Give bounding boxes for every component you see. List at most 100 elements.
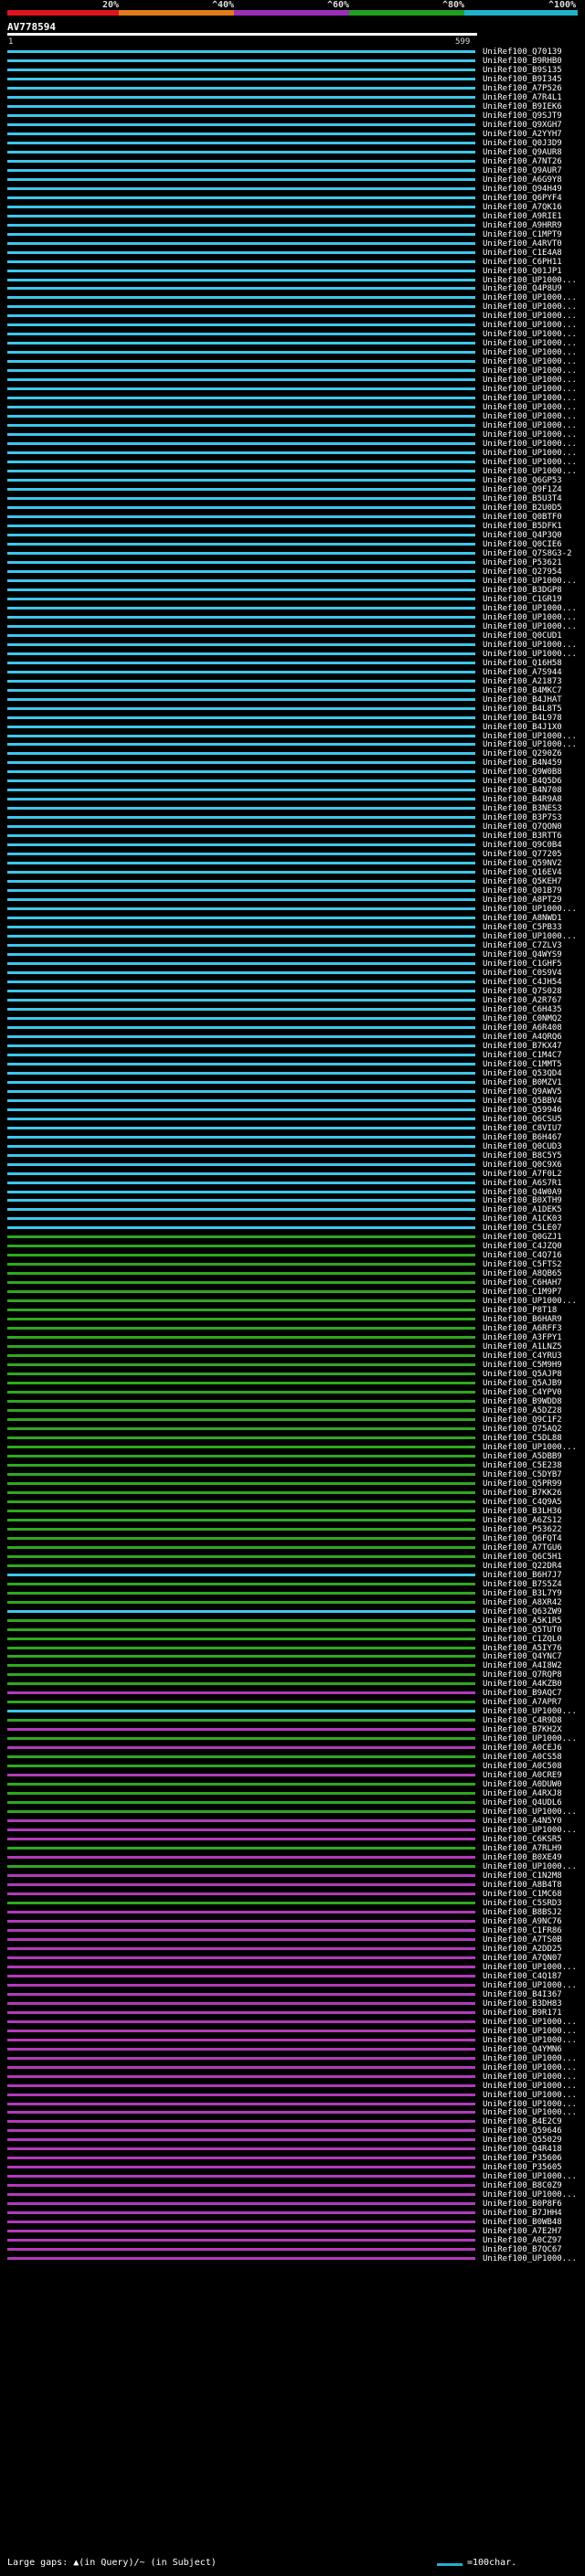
hit-link[interactable]: UniRef100_UP1000...	[483, 622, 577, 631]
hit-line[interactable]	[7, 58, 475, 62]
hit-line[interactable]	[7, 1701, 475, 1704]
hit-link[interactable]: UniRef100_A0CEJ6	[483, 1744, 562, 1753]
hit-link[interactable]: UniRef100_C6HAH7	[483, 1278, 562, 1288]
hit-link[interactable]: UniRef100_UP1000...	[483, 403, 577, 412]
hit-link[interactable]: UniRef100_UP1000...	[483, 302, 577, 312]
hit-link[interactable]: UniRef100_B7KK26	[483, 1489, 562, 1498]
hit-line[interactable]	[7, 1345, 475, 1349]
hit-line[interactable]	[7, 1299, 475, 1303]
hit-link[interactable]: UniRef100_B8BSJ2	[483, 1908, 562, 1917]
hit-line[interactable]	[7, 1919, 475, 1923]
hit-line[interactable]	[7, 1691, 475, 1695]
hit-line[interactable]	[7, 752, 475, 756]
hit-line[interactable]	[7, 1171, 475, 1175]
hit-link[interactable]: UniRef100_Q5AJP8	[483, 1370, 562, 1379]
hit-link[interactable]: UniRef100_Q0GZJ1	[483, 1233, 562, 1242]
hit-line[interactable]	[7, 1217, 475, 1221]
hit-link[interactable]: UniRef100_C1N2M8	[483, 1871, 562, 1881]
hit-link[interactable]: UniRef100_Q5KEH7	[483, 877, 562, 886]
hit-link[interactable]: UniRef100_B0P8F6	[483, 2200, 562, 2209]
hit-line[interactable]	[7, 1937, 475, 1941]
hit-line[interactable]	[7, 186, 475, 190]
hit-link[interactable]: UniRef100_A7NT26	[483, 157, 562, 166]
hit-line[interactable]	[7, 1245, 475, 1248]
hit-line[interactable]	[7, 825, 475, 829]
hit-link[interactable]: UniRef100_A9RIE1	[483, 212, 562, 221]
hit-line[interactable]	[7, 661, 475, 664]
hit-line[interactable]	[7, 1901, 475, 1904]
hit-line[interactable]	[7, 716, 475, 719]
hit-line[interactable]	[7, 533, 475, 536]
hit-link[interactable]: UniRef100_A7TS0B	[483, 1935, 562, 1945]
hit-link[interactable]: UniRef100_UP1000...	[483, 276, 577, 285]
hit-line[interactable]	[7, 351, 475, 355]
hit-line[interactable]	[7, 761, 475, 765]
hit-link[interactable]: UniRef100_UP1000...	[483, 2036, 577, 2045]
hit-line[interactable]	[7, 323, 475, 327]
hit-line[interactable]	[7, 2065, 475, 2069]
hit-line[interactable]	[7, 953, 475, 957]
hit-line[interactable]	[7, 1673, 475, 1677]
hit-line[interactable]	[7, 624, 475, 628]
hit-link[interactable]: UniRef100_Q6CSU5	[483, 1115, 562, 1124]
hit-line[interactable]	[7, 2239, 475, 2242]
hit-link[interactable]: UniRef100_Q59NV2	[483, 859, 562, 868]
hit-line[interactable]	[7, 606, 475, 610]
hit-link[interactable]: UniRef100_Q4W0A9	[483, 1188, 562, 1197]
hit-line[interactable]	[7, 1956, 475, 1959]
hit-line[interactable]	[7, 970, 475, 974]
hit-link[interactable]: UniRef100_Q9AUR7	[483, 166, 562, 175]
hit-line[interactable]	[7, 1910, 475, 1913]
hit-line[interactable]	[7, 1108, 475, 1111]
hit-line[interactable]	[7, 2029, 475, 2032]
hit-line[interactable]	[7, 2211, 475, 2215]
hit-link[interactable]: UniRef100_B5U3T4	[483, 494, 562, 504]
hit-link[interactable]: UniRef100_A4RVT0	[483, 239, 562, 249]
hit-link[interactable]: UniRef100_Q6C5H1	[483, 1553, 562, 1562]
hit-line[interactable]	[7, 524, 475, 527]
hit-line[interactable]	[7, 132, 475, 135]
hit-line[interactable]	[7, 615, 475, 619]
hit-line[interactable]	[7, 1363, 475, 1367]
hit-line[interactable]	[7, 1309, 475, 1312]
hit-link[interactable]: UniRef100_Q0BTF0	[483, 513, 562, 522]
hit-link[interactable]: UniRef100_A7QN07	[483, 1954, 562, 1963]
hit-link[interactable]: UniRef100_B7JHH4	[483, 2209, 562, 2218]
hit-link[interactable]: UniRef100_B4E2C9	[483, 2117, 562, 2126]
hit-link[interactable]: UniRef100_UP1000...	[483, 1297, 577, 1306]
hit-line[interactable]	[7, 998, 475, 1002]
hit-link[interactable]: UniRef100_Q5AJB9	[483, 1379, 562, 1388]
hit-line[interactable]	[7, 150, 475, 154]
hit-link[interactable]: UniRef100_B7QC67	[483, 2245, 562, 2254]
hit-link[interactable]: UniRef100_P53622	[483, 1525, 562, 1534]
hit-link[interactable]: UniRef100_A4KZB0	[483, 1680, 562, 1689]
hit-line[interactable]	[7, 1765, 475, 1768]
hit-line[interactable]	[7, 314, 475, 318]
hit-line[interactable]	[7, 1882, 475, 1886]
hit-link[interactable]: UniRef100_Q5PR99	[483, 1479, 562, 1489]
hit-line[interactable]	[7, 442, 475, 446]
hit-line[interactable]	[7, 1965, 475, 1968]
hit-line[interactable]	[7, 862, 475, 865]
hit-link[interactable]: UniRef100_UP1000...	[483, 430, 577, 440]
hit-line[interactable]	[7, 1856, 475, 1860]
hit-link[interactable]: UniRef100_A8NWD1	[483, 914, 562, 923]
hit-line[interactable]	[7, 1865, 475, 1869]
hit-line[interactable]	[7, 1728, 475, 1732]
hit-link[interactable]: UniRef100_C6H435	[483, 1005, 562, 1014]
hit-line[interactable]	[7, 397, 475, 400]
hit-link[interactable]: UniRef100_B4J1X0	[483, 723, 562, 732]
hit-line[interactable]	[7, 269, 475, 272]
hit-link[interactable]: UniRef100_UP1000...	[483, 348, 577, 357]
hit-line[interactable]	[7, 980, 475, 983]
hit-line[interactable]	[7, 1135, 475, 1139]
hit-line[interactable]	[7, 1162, 475, 1166]
hit-link[interactable]: UniRef100_Q0CIE6	[483, 540, 562, 549]
hit-line[interactable]	[7, 1554, 475, 1558]
hit-line[interactable]	[7, 670, 475, 673]
hit-line[interactable]	[7, 1071, 475, 1075]
hit-line[interactable]	[7, 406, 475, 409]
hit-link[interactable]: UniRef100_A4QRQ6	[483, 1033, 562, 1042]
hit-line[interactable]	[7, 2083, 475, 2087]
hit-link[interactable]: UniRef100_Q94H49	[483, 185, 562, 194]
